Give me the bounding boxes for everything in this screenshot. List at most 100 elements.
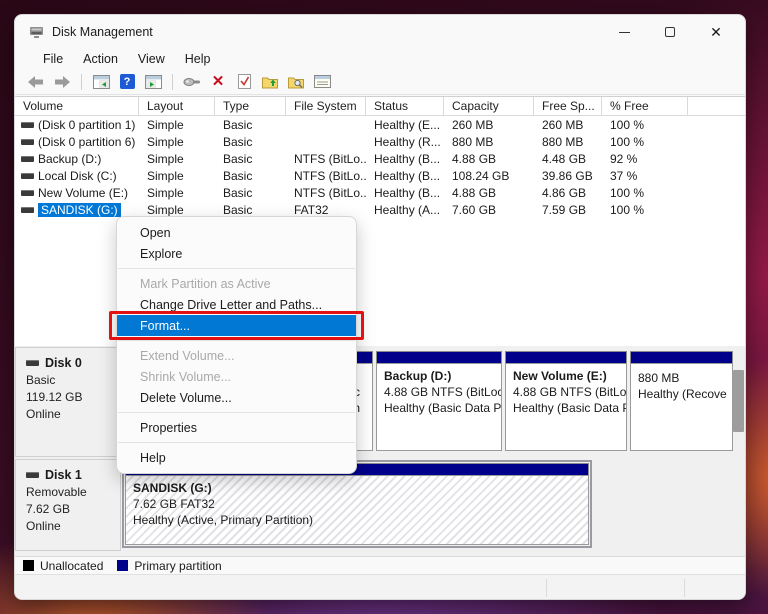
column-filler <box>688 97 746 115</box>
partition-color-bar <box>630 351 733 363</box>
partition-line: Healthy (Active, Primary Partition) <box>133 513 581 527</box>
toolbar-separator <box>81 74 82 90</box>
disk-name: Disk 0 <box>45 356 82 370</box>
menu-separator <box>118 442 355 443</box>
volume-name: (Disk 0 partition 1) <box>38 118 135 132</box>
partition-line: Healthy (Basic Data P <box>384 401 494 415</box>
menu-item-help[interactable]: Help <box>117 447 356 468</box>
column-file-system[interactable]: File System <box>286 97 366 115</box>
cell-status: Healthy (A... <box>366 203 444 217</box>
cell-fs: NTFS (BitLo... <box>286 186 366 200</box>
show-console-tree-icon[interactable] <box>90 72 112 92</box>
help-icon[interactable]: ? <box>116 72 138 92</box>
column-free-space[interactable]: Free Sp... <box>534 97 602 115</box>
menu-item-explore[interactable]: Explore <box>117 243 356 264</box>
cell-pct: 92 % <box>602 152 688 166</box>
statusbar-separator <box>684 579 685 597</box>
rescan-disks-icon[interactable] <box>181 72 203 92</box>
close-button[interactable]: ✕ <box>693 15 739 49</box>
menu-item-extend-volume: Extend Volume... <box>117 345 356 366</box>
partition-sandisk-g[interactable]: SANDISK (G:) 7.62 GB FAT32 Healthy (Acti… <box>125 463 589 545</box>
cell-type: Basic <box>215 169 286 183</box>
volume-name: (Disk 0 partition 6) <box>38 135 135 149</box>
menu-action[interactable]: Action <box>73 50 128 68</box>
menu-item-delete-volume[interactable]: Delete Volume... <box>117 387 356 408</box>
partition-line: Healthy (Recove <box>638 387 725 401</box>
menu-view[interactable]: View <box>128 50 175 68</box>
volume-name: SANDISK (G:) <box>38 203 121 217</box>
disk-size: 7.62 GB <box>26 502 114 516</box>
cell-layout: Simple <box>139 135 215 149</box>
cell-pct: 100 % <box>602 186 688 200</box>
back-icon[interactable] <box>25 72 47 92</box>
partition-line: 4.88 GB NTFS (BitLoc <box>513 385 619 399</box>
column-status[interactable]: Status <box>366 97 444 115</box>
cell-fs: NTFS (BitLo... <box>286 152 366 166</box>
menu-item-mark-partition-active: Mark Partition as Active <box>117 273 356 294</box>
minimize-icon <box>619 32 630 33</box>
cell-type: Basic <box>215 135 286 149</box>
show-action-pane-icon[interactable] <box>142 72 164 92</box>
maximize-button[interactable] <box>647 15 693 49</box>
column-layout[interactable]: Layout <box>139 97 215 115</box>
menu-item-change-drive-letter[interactable]: Change Drive Letter and Paths... <box>117 294 356 315</box>
table-row[interactable]: (Disk 0 partition 6) Simple Basic Health… <box>15 133 746 150</box>
cell-free: 260 MB <box>534 118 602 132</box>
forward-icon[interactable] <box>51 72 73 92</box>
table-row[interactable]: Local Disk (C:) Simple Basic NTFS (BitLo… <box>15 167 746 184</box>
cell-status: Healthy (B... <box>366 152 444 166</box>
partition-title: SANDISK (G:) <box>133 481 581 495</box>
minimize-button[interactable] <box>601 15 647 49</box>
open-folder-icon[interactable] <box>259 72 281 92</box>
toolbar-separator <box>172 74 173 90</box>
column-capacity[interactable]: Capacity <box>444 97 534 115</box>
scrollbar-thumb[interactable] <box>733 370 744 432</box>
menu-item-shrink-volume: Shrink Volume... <box>117 366 356 387</box>
cell-free: 7.59 GB <box>534 203 602 217</box>
legend-unallocated: Unallocated <box>23 559 103 573</box>
column-type[interactable]: Type <box>215 97 286 115</box>
statusbar-separator <box>546 579 547 597</box>
table-row[interactable]: New Volume (E:) Simple Basic NTFS (BitLo… <box>15 184 746 201</box>
menu-file[interactable]: File <box>33 50 73 68</box>
disk-status: Online <box>26 519 114 533</box>
format-label: Format... <box>140 319 190 333</box>
disk0-label[interactable]: Disk 0 Basic 119.12 GB Online <box>15 347 121 457</box>
volume-icon <box>21 139 34 145</box>
delete-icon[interactable]: ✕ <box>207 72 229 92</box>
partition-line: 4.88 GB NTFS (BitLoc <box>384 385 494 399</box>
cell-status: Healthy (B... <box>366 169 444 183</box>
menu-item-format[interactable]: Format... <box>117 315 356 336</box>
volume-name: New Volume (E:) <box>38 186 128 200</box>
disk-icon <box>26 472 39 478</box>
partition-backup-d[interactable]: Backup (D:) 4.88 GB NTFS (BitLoc Healthy… <box>376 351 502 451</box>
volume-name: Local Disk (C:) <box>38 169 117 183</box>
properties-icon[interactable] <box>311 72 333 92</box>
table-row[interactable]: (Disk 0 partition 1) Simple Basic Health… <box>15 116 746 133</box>
cell-free: 39.86 GB <box>534 169 602 183</box>
column-pct-free[interactable]: % Free <box>602 97 688 115</box>
close-icon: ✕ <box>710 25 722 39</box>
vertical-scrollbar[interactable] <box>732 352 745 550</box>
menu-item-properties[interactable]: Properties <box>117 417 356 438</box>
cell-status: Healthy (E... <box>366 118 444 132</box>
partition-color-bar <box>505 351 627 363</box>
disk1-label[interactable]: Disk 1 Removable 7.62 GB Online <box>15 459 121 551</box>
cell-type: Basic <box>215 118 286 132</box>
partition-line: 7.62 GB FAT32 <box>133 497 581 511</box>
set-active-icon[interactable] <box>233 72 255 92</box>
table-row[interactable]: Backup (D:) Simple Basic NTFS (BitLo... … <box>15 150 746 167</box>
partition-new-volume-e[interactable]: New Volume (E:) 4.88 GB NTFS (BitLoc Hea… <box>505 351 627 451</box>
primary-partition-swatch <box>117 560 128 571</box>
explore-folder-icon[interactable] <box>285 72 307 92</box>
menu-item-open[interactable]: Open <box>117 222 356 243</box>
volume-icon <box>21 156 34 162</box>
disk-kind: Basic <box>26 373 114 387</box>
column-volume[interactable]: Volume <box>15 97 139 115</box>
cell-layout: Simple <box>139 152 215 166</box>
partition-recovery[interactable]: 880 MB Healthy (Recove <box>630 351 733 451</box>
disk-icon <box>26 360 39 366</box>
menu-help[interactable]: Help <box>175 50 221 68</box>
legend-label: Primary partition <box>134 559 221 573</box>
cell-fs: FAT32 <box>286 203 366 217</box>
